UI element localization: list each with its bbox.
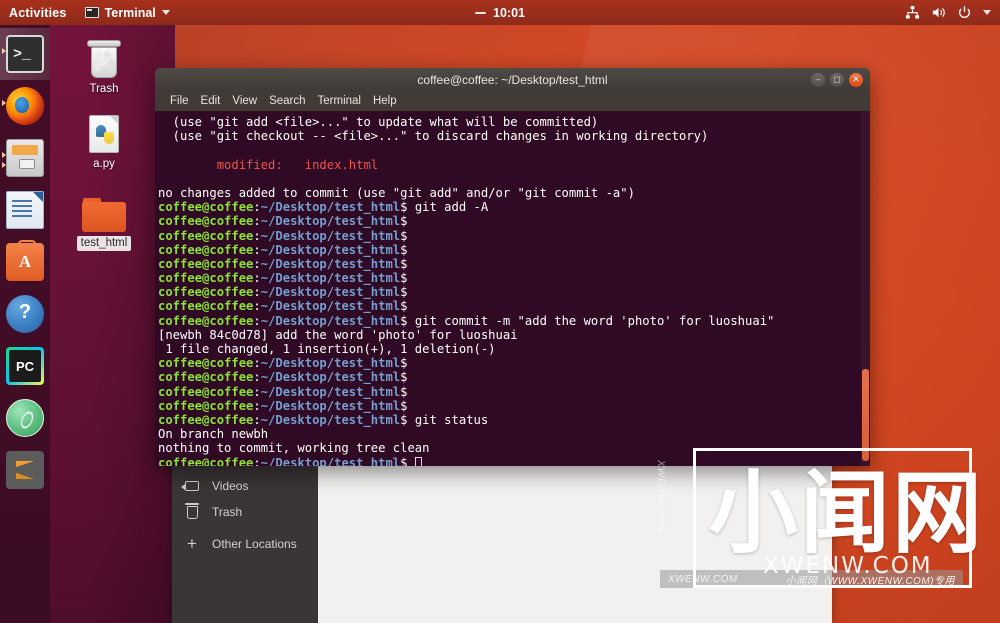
terminal-line: coffee@coffee:~/Desktop/test_html$ — [158, 228, 408, 243]
window-title: coffee@coffee: ~/Desktop/test_html — [417, 72, 608, 87]
terminal-line: nothing to commit, working tree clean — [158, 441, 430, 456]
trash-icon — [62, 30, 146, 78]
volume-icon[interactable] — [931, 5, 946, 20]
chevron-down-icon[interactable] — [983, 10, 991, 15]
terminal-line: coffee@coffee:~/Desktop/test_html$ — [158, 370, 408, 385]
network-icon[interactable] — [905, 5, 920, 20]
sidebar-item-label: Trash — [212, 505, 243, 519]
launcher-item-terminal[interactable]: >_ — [0, 28, 50, 80]
power-icon[interactable] — [957, 5, 972, 20]
terminal-line: coffee@coffee:~/Desktop/test_html$ — [158, 356, 408, 371]
terminal-text: (use "git add <file>..." to update what … — [155, 115, 870, 466]
terminal-scrollbar[interactable] — [861, 111, 870, 466]
terminal-icon — [84, 7, 99, 18]
file-manager-content[interactable] — [318, 462, 832, 623]
terminal-line: coffee@coffee:~/Desktop/test_html$ — [158, 285, 408, 300]
launcher-item-help[interactable] — [0, 288, 50, 340]
sidebar-item-label: Other Locations — [212, 537, 297, 551]
desktop-icon-trash[interactable]: Trash — [62, 30, 146, 97]
clock-label: 10:01 — [493, 5, 525, 20]
terminal-line: 1 file changed, 1 insertion(+), 1 deleti… — [158, 342, 496, 356]
folder-icon — [62, 184, 146, 232]
terminal-icon: >_ — [6, 35, 44, 73]
terminal-line: coffee@coffee:~/Desktop/test_html$ — [158, 242, 408, 257]
sidebar-item-videos[interactable]: Videos — [172, 473, 318, 499]
status-indicators[interactable] — [905, 5, 1000, 20]
ubuntu-software-icon — [6, 240, 44, 281]
terminal-line: [newbh 84c0d78] add the word 'photo' for… — [158, 327, 518, 342]
launcher-item-sublime-text[interactable] — [0, 444, 50, 496]
launcher-item-firefox[interactable] — [0, 80, 50, 132]
menu-view[interactable]: View — [226, 95, 263, 107]
video-icon — [181, 478, 200, 494]
firefox-icon — [6, 87, 44, 125]
sidebar-item-other-locations[interactable]: + Other Locations — [172, 531, 318, 557]
desktop-icon-label: test_html — [76, 236, 132, 251]
help-icon — [6, 295, 44, 333]
unity-launcher: >_ — [0, 25, 50, 623]
sublime-text-icon — [6, 451, 44, 489]
terminal-line: coffee@coffee:~/Desktop/test_html$ git a… — [158, 200, 489, 215]
minus-icon — [475, 11, 486, 14]
desktop-icon-a-py[interactable]: a.py — [62, 105, 146, 172]
terminal-line: modified: index.html — [158, 157, 379, 172]
desktop-icon-test-html[interactable]: test_html — [62, 184, 146, 251]
terminal-line: coffee@coffee:~/Desktop/test_html$ — [158, 214, 408, 229]
minimize-button[interactable]: – — [811, 72, 825, 87]
terminal-line: coffee@coffee:~/Desktop/test_html$ — [158, 384, 408, 399]
trash-icon — [184, 502, 200, 520]
desktop-icon-label: a.py — [93, 158, 115, 170]
terminal-line: coffee@coffee:~/Desktop/test_html$ — [158, 398, 408, 413]
launcher-item-pycharm[interactable] — [0, 340, 50, 392]
terminal-line: (use "git checkout -- <file>..." to disc… — [158, 129, 709, 144]
terminal-line: On branch newbh — [158, 427, 269, 442]
activities-button[interactable]: Activities — [0, 6, 77, 20]
terminal-titlebar[interactable]: coffee@coffee: ~/Desktop/test_html – ◻ ✕ — [155, 68, 870, 91]
desktop-icon-label: Trash — [89, 83, 119, 95]
terminal-line: coffee@coffee:~/Desktop/test_html$ — [158, 456, 870, 466]
terminal-output-area[interactable]: (use "git add <file>..." to update what … — [155, 111, 870, 466]
launcher-item-files[interactable] — [0, 132, 50, 184]
window-controls[interactable]: – ◻ ✕ — [811, 72, 870, 87]
file-manager-window[interactable]: Videos Trash + Other Locations — [172, 462, 832, 623]
desktop-screen: Activities Terminal 10:01 >_ A ? PC Tras… — [0, 0, 1000, 623]
top-bar: Activities Terminal 10:01 — [0, 0, 1000, 25]
pycharm-icon — [6, 347, 44, 385]
sidebar-item-trash[interactable]: Trash — [172, 499, 318, 525]
atom-icon — [6, 399, 44, 437]
terminal-line: no changes added to commit (use "git add… — [158, 185, 635, 200]
app-menu-label: Terminal — [104, 5, 156, 20]
terminal-menubar[interactable]: File Edit View Search Terminal Help — [155, 91, 870, 111]
app-menu-terminal[interactable]: Terminal — [77, 6, 178, 20]
terminal-line: (use "git add <file>..." to update what … — [158, 115, 599, 129]
plus-icon: + — [187, 534, 197, 553]
python-file-icon — [62, 105, 146, 153]
menu-search[interactable]: Search — [263, 95, 311, 107]
terminal-line: coffee@coffee:~/Desktop/test_html$ — [158, 299, 408, 314]
menu-help[interactable]: Help — [367, 95, 403, 107]
files-icon — [6, 139, 44, 177]
scrollbar-thumb[interactable] — [862, 369, 869, 461]
terminal-line: coffee@coffee:~/Desktop/test_html$ git c… — [158, 313, 775, 328]
maximize-button[interactable]: ◻ — [830, 72, 844, 87]
launcher-item-libreoffice-writer[interactable] — [0, 184, 50, 236]
libreoffice-writer-icon — [6, 191, 44, 229]
terminal-line: coffee@coffee:~/Desktop/test_html$ — [158, 271, 408, 286]
chevron-down-icon — [161, 10, 170, 15]
terminal-line: coffee@coffee:~/Desktop/test_html$ git s… — [158, 412, 489, 427]
file-manager-sidebar: Videos Trash + Other Locations — [172, 462, 318, 623]
terminal-window[interactable]: coffee@coffee: ~/Desktop/test_html – ◻ ✕… — [155, 68, 870, 466]
close-button[interactable]: ✕ — [849, 72, 863, 87]
launcher-item-ubuntu-software[interactable] — [0, 236, 50, 288]
sidebar-item-label: Videos — [212, 479, 249, 493]
menu-edit[interactable]: Edit — [195, 95, 227, 107]
launcher-item-atom[interactable] — [0, 392, 50, 444]
menu-terminal[interactable]: Terminal — [312, 95, 367, 107]
terminal-line: coffee@coffee:~/Desktop/test_html$ — [158, 256, 408, 271]
menu-file[interactable]: File — [164, 95, 195, 107]
